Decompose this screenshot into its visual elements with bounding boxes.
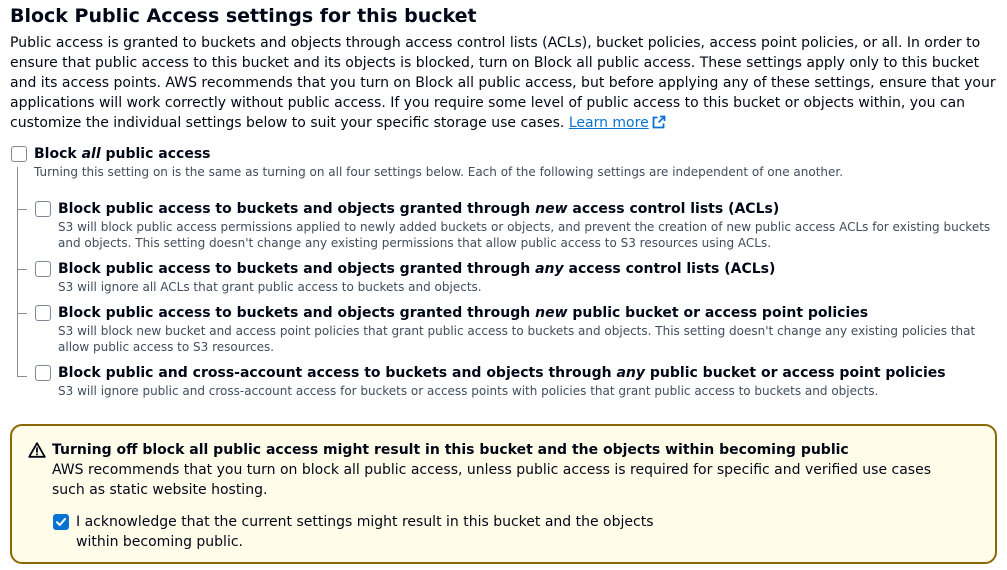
option-new-acls-label[interactable]: Block public access to buckets and objec… (58, 200, 779, 218)
section-description: Public access is granted to buckets and … (10, 33, 1000, 133)
warning-icon (28, 442, 46, 458)
option-new-policies-label[interactable]: Block public access to buckets and objec… (58, 304, 868, 322)
option-any-acls-checkbox[interactable] (35, 261, 51, 277)
option-new-policies-description: S3 will block new bucket and access poin… (58, 324, 976, 354)
option-any-policies-checkbox[interactable] (35, 365, 51, 381)
page-title: Block Public Access settings for this bu… (10, 5, 477, 27)
tree-connector-vertical (17, 167, 18, 376)
learn-more-link[interactable]: Learn more (569, 115, 649, 131)
alert-body: AWS recommends that you turn on block al… (52, 462, 931, 498)
option-any-policies-label[interactable]: Block public and cross-account access to… (58, 364, 946, 382)
tree-connector (17, 269, 27, 270)
block-all-description: Turning this setting on is the same as t… (34, 165, 844, 179)
external-link-icon[interactable] (652, 115, 666, 129)
warning-alert: Turning off block all public access migh… (10, 424, 997, 564)
option-any-policies-description: S3 will ignore public and cross-account … (58, 384, 879, 398)
tree-connector (17, 376, 27, 377)
block-all-label[interactable]: Block all public access (34, 145, 211, 163)
option-any-acls-label[interactable]: Block public access to buckets and objec… (58, 260, 775, 278)
alert-title: Turning off block all public access migh… (52, 442, 849, 458)
checkmark-icon (56, 518, 66, 526)
acknowledge-label[interactable]: I acknowledge that the current settings … (76, 512, 676, 552)
option-new-policies-checkbox[interactable] (35, 305, 51, 321)
option-any-acls-description: S3 will ignore all ACLs that grant publi… (58, 280, 482, 294)
tree-connector (17, 313, 27, 314)
tree-connector (17, 209, 27, 210)
acknowledge-checkbox[interactable] (53, 514, 69, 530)
option-new-acls-description: S3 will block public access permissions … (58, 220, 991, 250)
option-new-acls-checkbox[interactable] (35, 201, 51, 217)
description-text: Public access is granted to buckets and … (10, 35, 996, 131)
block-all-checkbox[interactable] (11, 146, 27, 162)
